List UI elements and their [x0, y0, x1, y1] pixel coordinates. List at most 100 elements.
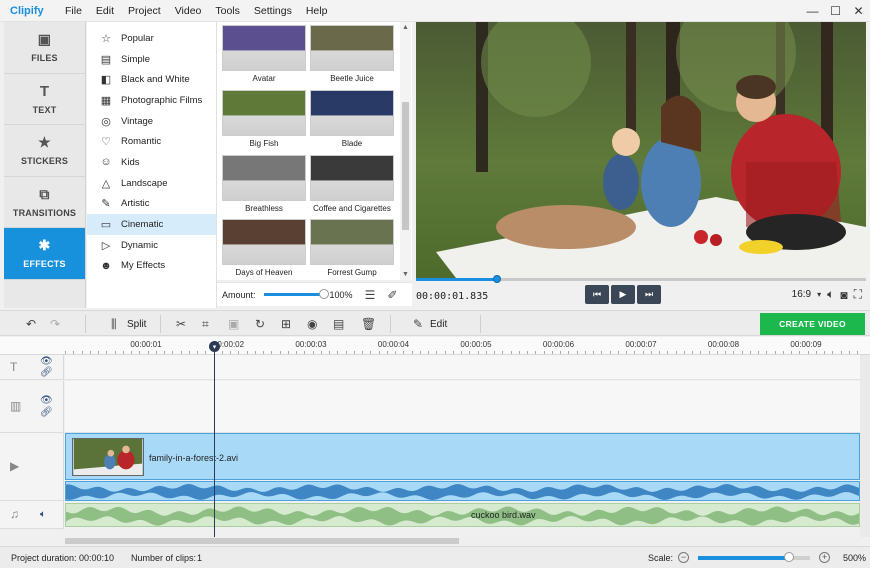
scrollbar-thumb[interactable] [65, 538, 459, 544]
cut-icon[interactable]: ✂ [176, 317, 186, 331]
menu-tools[interactable]: Tools [208, 5, 247, 17]
stabilize-icon[interactable]: ◉ [307, 317, 317, 331]
category-item-my-effects[interactable]: ☻ My Effects [87, 256, 216, 277]
amount-slider[interactable] [263, 289, 329, 299]
thumbnail-scrollbar[interactable]: ▲ ▼ [400, 22, 411, 280]
redo-icon[interactable]: ↷ [50, 317, 60, 331]
zoom-icon[interactable]: ⊞ [281, 317, 291, 331]
menu-video[interactable]: Video [168, 5, 209, 17]
aspect-ratio-select[interactable]: 16:9 [792, 289, 811, 300]
playhead-handle[interactable]: ▾ [209, 341, 220, 352]
category-item-romantic[interactable]: ♡ Romantic [87, 131, 216, 152]
menu-file[interactable]: File [58, 5, 89, 17]
audio-clip[interactable]: cuckoo bird.wav [65, 503, 860, 527]
rotate-icon[interactable]: ↻ [255, 317, 265, 331]
effect-thumbnail[interactable]: Beetle Juice [310, 25, 394, 83]
ruler-minor-tick [139, 351, 141, 354]
menu-edit[interactable]: Edit [89, 5, 121, 17]
tab-transitions[interactable]: ⧉ TRANSITIONS [4, 177, 85, 228]
video-clip[interactable]: family-in-a-forest-2.avi [65, 433, 860, 480]
volume-icon[interactable]: 🔈︎ [827, 287, 834, 302]
previous-frame-button[interactable]: ⏮ [585, 285, 609, 304]
play-button[interactable]: ▶ [611, 285, 635, 304]
frame-icon[interactable]: ▣ [228, 317, 239, 331]
ruler-minor-tick [403, 351, 405, 354]
menu-settings[interactable]: Settings [247, 5, 299, 17]
effect-thumbnail[interactable]: Coffee and Cigarettes [310, 155, 394, 213]
category-item-popular[interactable]: ☆ Popular [87, 28, 216, 49]
category-item-photographic-films[interactable]: ▦ Photographic Films [87, 90, 216, 111]
amount-slider-knob[interactable] [318, 289, 329, 299]
effect-thumbnail[interactable]: Forrest Gump [310, 219, 394, 277]
ruler-minor-tick [188, 351, 190, 354]
effect-thumbnail[interactable]: Days of Heaven [222, 219, 306, 277]
scroll-down-icon[interactable]: ▼ [400, 271, 411, 278]
delete-icon[interactable]: 🗑︎ [361, 317, 376, 331]
undo-icon[interactable]: ↶ [26, 317, 36, 331]
category-item-black-and-white[interactable]: ◧ Black and White [87, 69, 216, 90]
timeline-ruler[interactable]: 00:00:01 00:00:02 00:00:03 00:00:04 00:00:05… [0, 337, 870, 355]
edit-icon[interactable]: ✎ [413, 317, 423, 331]
split-button[interactable]: Split [127, 319, 146, 330]
text-track-header: T 👁︎ 🔗︎ [0, 355, 64, 380]
effect-thumbnail[interactable]: Big Fish [222, 90, 306, 148]
minimize-icon[interactable]: — [801, 0, 824, 22]
magic-wand-icon[interactable]: ✐ [387, 288, 397, 302]
category-item-simple[interactable]: ▤ Simple [87, 49, 216, 70]
waveform-graphic [66, 484, 859, 500]
zoom-out-icon[interactable]: − [678, 552, 690, 563]
chevron-down-icon[interactable]: ▾ [817, 290, 821, 299]
adjust-sliders-icon[interactable]: ☰ [365, 288, 376, 302]
maximize-icon[interactable]: ☐ [824, 0, 847, 22]
effect-thumbnail[interactable]: Blade [310, 90, 394, 148]
scrollbar-thumb[interactable] [402, 102, 409, 230]
insert-clip-icon[interactable]: ▤ [333, 317, 344, 331]
timeline-playhead[interactable]: ▾ [209, 341, 220, 538]
tab-effects[interactable]: ✱ EFFECTS [4, 228, 85, 280]
edit-button[interactable]: Edit [430, 319, 447, 330]
fullscreen-icon[interactable]: ⛶ [854, 287, 862, 302]
snapshot-icon[interactable]: ◙ [840, 288, 847, 302]
category-item-artistic[interactable]: ✎ Artistic [87, 194, 216, 215]
ruler-minor-tick [312, 351, 314, 354]
link-icon[interactable]: 🔗︎ [40, 367, 53, 378]
timeline-horizontal-scrollbar[interactable] [65, 537, 860, 545]
scroll-up-icon[interactable]: ▲ [400, 24, 411, 31]
ruler-minor-tick [436, 351, 438, 354]
category-item-vintage[interactable]: ◎ Vintage [87, 111, 216, 132]
menu-help[interactable]: Help [299, 5, 335, 17]
create-video-button[interactable]: CREATE VIDEO [760, 313, 865, 335]
timeline-vertical-scrollbar[interactable] [860, 355, 870, 537]
effect-thumbnail[interactable]: Avatar [222, 25, 306, 83]
eye-icon[interactable]: 👁︎ [40, 395, 53, 406]
close-icon[interactable]: ✕ [847, 0, 870, 22]
video-audio-waveform[interactable] [65, 481, 860, 501]
volume-icon[interactable]: 🔈︎ [40, 509, 46, 520]
preview-progress-knob[interactable] [493, 275, 501, 283]
category-item-cinematic[interactable]: ▭ Cinematic [87, 214, 216, 235]
scale-slider-knob[interactable] [784, 551, 795, 562]
category-item-landscape[interactable]: △ Landscape [87, 173, 216, 194]
tab-text[interactable]: T TEXT [4, 74, 85, 125]
clips-label: Number of clips: [131, 553, 197, 563]
ruler-minor-tick [758, 351, 759, 354]
scale-slider[interactable] [698, 551, 811, 562]
category-item-kids[interactable]: ☺ Kids [87, 152, 216, 173]
menu-project[interactable]: Project [121, 5, 168, 17]
crop-icon[interactable]: ⌗ [202, 317, 209, 332]
video-preview[interactable] [416, 22, 866, 278]
ruler-minor-tick [667, 351, 669, 354]
effect-thumbnail[interactable]: Breathless [222, 155, 306, 213]
preview-progress-bar[interactable] [416, 275, 866, 283]
category-icon: ♡ [101, 136, 111, 149]
split-icon[interactable]: ⫼ [111, 317, 117, 332]
text-track[interactable] [65, 355, 860, 380]
tab-stickers[interactable]: ★ STICKERS [4, 125, 85, 177]
category-item-dynamic[interactable]: ▷ Dynamic [87, 235, 216, 256]
next-frame-button[interactable]: ⏭ [637, 285, 661, 304]
eye-icon[interactable]: 👁︎ [40, 356, 53, 367]
tab-files[interactable]: ▣ FILES [4, 22, 85, 74]
zoom-in-icon[interactable]: + [819, 552, 831, 563]
overlay-track[interactable] [65, 381, 860, 433]
link-icon[interactable]: 🔗︎ [40, 407, 53, 418]
